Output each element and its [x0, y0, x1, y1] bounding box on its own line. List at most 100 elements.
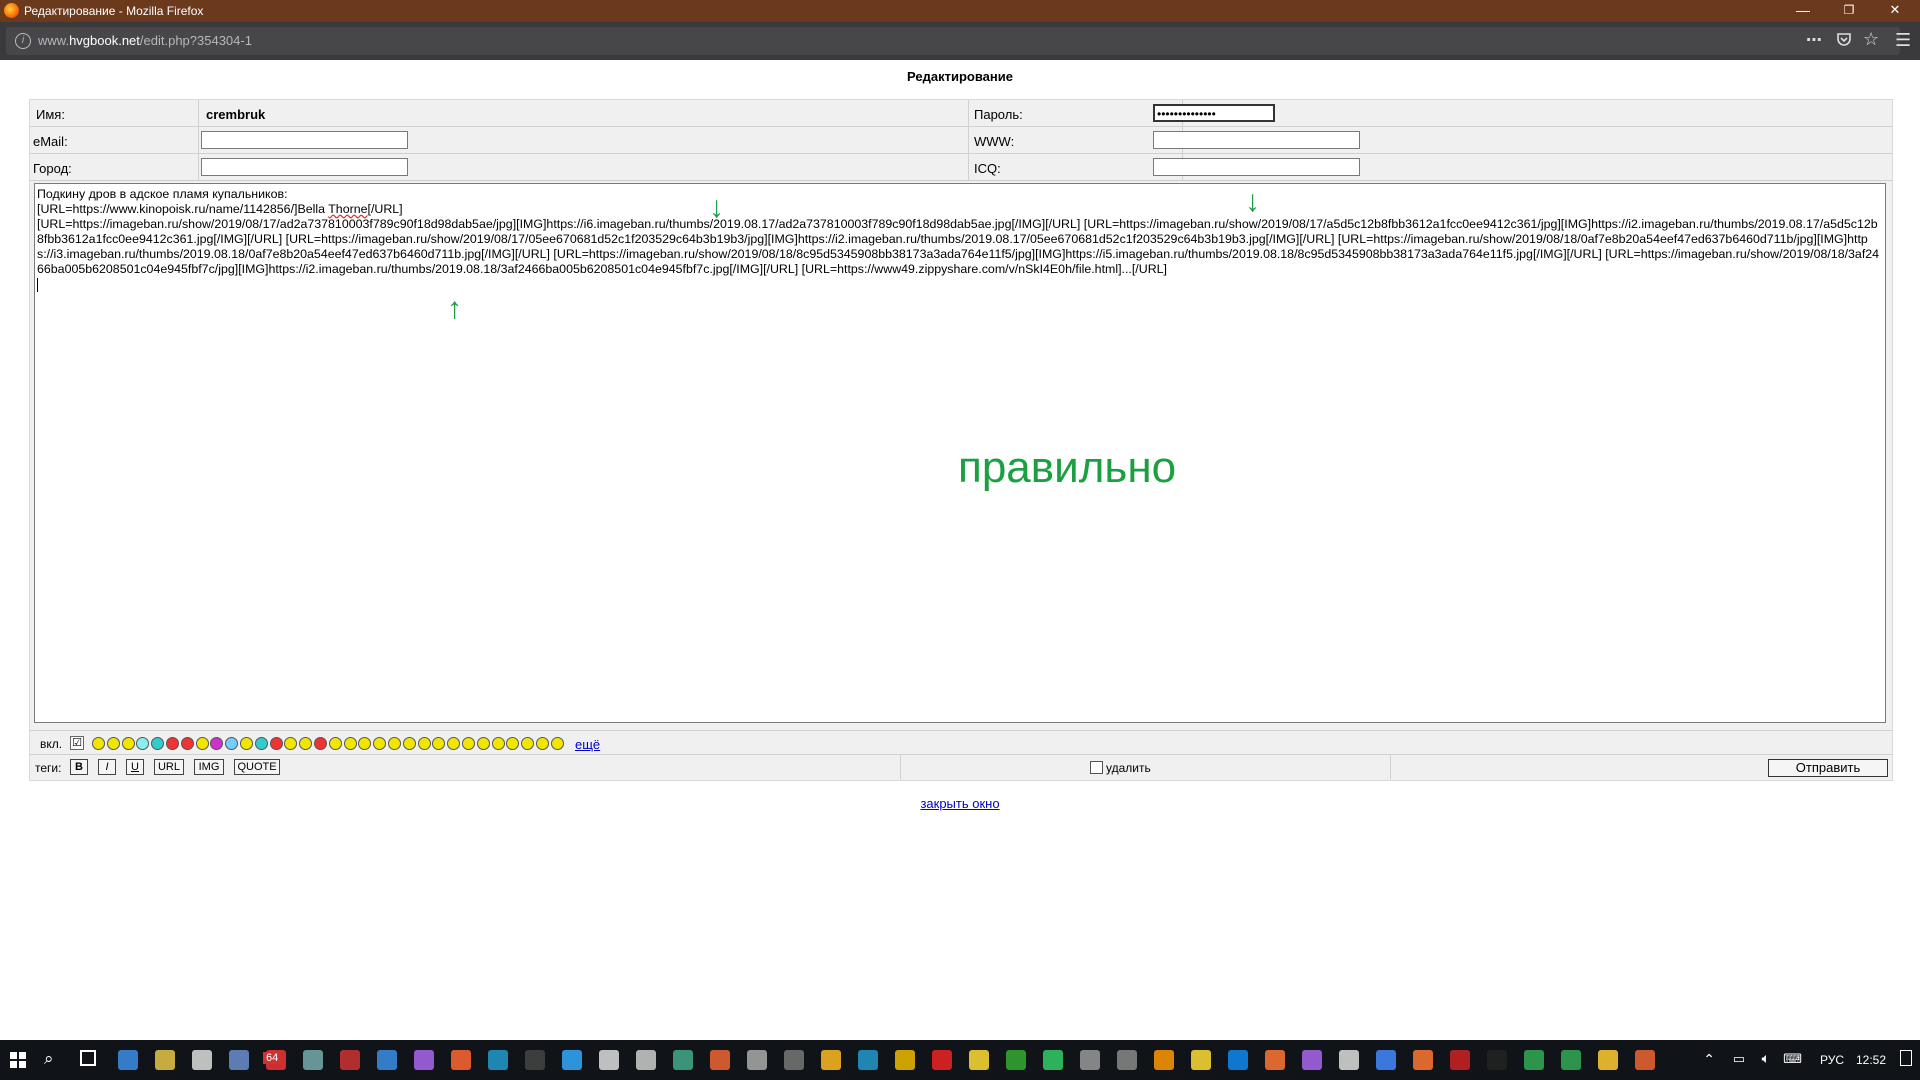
taskbar-app-icon[interactable] — [969, 1050, 989, 1070]
taskbar-app-icon[interactable] — [377, 1050, 397, 1070]
smiley-icon[interactable] — [432, 737, 446, 750]
smiley-icon[interactable] — [121, 737, 135, 750]
restore-button[interactable]: ❐ — [1826, 0, 1872, 22]
taskbar-app-icon[interactable] — [562, 1050, 582, 1070]
taskbar-app-icon[interactable] — [1080, 1050, 1100, 1070]
clock[interactable]: 12:52 — [1856, 1053, 1886, 1067]
smiley-icon[interactable] — [328, 737, 342, 750]
keyboard-icon[interactable]: ⌨ — [1783, 1051, 1802, 1067]
taskbar-app-icon[interactable] — [1413, 1050, 1433, 1070]
taskbar-app-icon[interactable] — [414, 1050, 434, 1070]
taskbar-app-icon[interactable] — [1450, 1050, 1470, 1070]
taskbar-app-icon[interactable] — [599, 1050, 619, 1070]
menu-icon[interactable]: ☰ — [1895, 30, 1911, 51]
taskbar-app-icon[interactable] — [118, 1050, 138, 1070]
smiley-icon[interactable] — [343, 737, 357, 750]
smiley-icon[interactable] — [299, 737, 313, 750]
taskbar-app-icon[interactable] — [488, 1050, 508, 1070]
smiley-icon[interactable] — [284, 737, 298, 750]
language-indicator[interactable]: РУС — [1820, 1053, 1844, 1067]
smiley-icon[interactable] — [269, 737, 283, 750]
taskbar-app-icon[interactable] — [1598, 1050, 1618, 1070]
smiley-icon[interactable] — [388, 737, 401, 750]
smiley-icon[interactable] — [462, 737, 475, 750]
taskbar-app-icon[interactable] — [784, 1050, 804, 1070]
windows-start-icon[interactable] — [10, 1052, 26, 1068]
taskbar-app-icon[interactable] — [1228, 1050, 1248, 1070]
minimize-button[interactable]: — — [1780, 0, 1826, 22]
smiley-icon[interactable] — [166, 737, 179, 750]
smiley-icon[interactable] — [225, 737, 239, 750]
smiley-icon[interactable] — [92, 737, 105, 750]
smiley-icon[interactable] — [151, 737, 165, 750]
email-field[interactable] — [201, 131, 408, 149]
quote-tag-button[interactable]: QUOTE — [234, 759, 280, 775]
taskbar-app-icon[interactable] — [673, 1050, 693, 1070]
address-bar[interactable]: i www.hvgbook.net/edit.php?354304-1 ⋯ ☆ — [6, 27, 1900, 55]
smiley-icon[interactable] — [447, 737, 461, 750]
more-smilies-link[interactable]: ещё — [575, 737, 600, 752]
page-actions-icon[interactable]: ⋯ — [1806, 30, 1822, 50]
taskbar-app-icon[interactable] — [1339, 1050, 1359, 1070]
delete-option[interactable]: удалить — [1090, 761, 1151, 775]
smiley-icon[interactable] — [195, 737, 209, 750]
taskbar-app-icon[interactable] — [1154, 1050, 1174, 1070]
task-view-icon[interactable] — [80, 1050, 96, 1066]
taskbar-app-icon[interactable] — [710, 1050, 730, 1070]
smiley-icon[interactable] — [136, 737, 150, 750]
smiley-icon[interactable] — [417, 737, 431, 750]
underline-tag-button[interactable]: U — [126, 759, 144, 775]
smiley-icon[interactable] — [550, 737, 564, 750]
password-field[interactable]: •••••••••••••• — [1153, 104, 1275, 122]
taskbar-app-icon[interactable] — [932, 1050, 952, 1070]
bookmark-star-icon[interactable]: ☆ — [1863, 29, 1879, 50]
smiley-icon[interactable] — [506, 737, 520, 750]
smiley-icon[interactable] — [476, 737, 490, 750]
close-window-link[interactable]: закрыть окно — [0, 796, 1920, 811]
taskbar-app-icon[interactable] — [1043, 1050, 1063, 1070]
taskbar-app-icon[interactable] — [192, 1050, 212, 1070]
delete-checkbox[interactable] — [1090, 761, 1103, 774]
pocket-icon[interactable] — [1836, 31, 1852, 52]
img-tag-button[interactable]: IMG — [194, 759, 224, 775]
taskbar-app-icon[interactable] — [155, 1050, 175, 1070]
taskbar-app-icon[interactable] — [747, 1050, 767, 1070]
bold-tag-button[interactable]: B — [70, 759, 88, 775]
close-button[interactable]: ✕ — [1872, 0, 1918, 22]
taskbar-app-icon[interactable] — [1265, 1050, 1285, 1070]
taskbar-app-icon[interactable] — [1635, 1050, 1655, 1070]
taskbar-app-icon[interactable] — [525, 1050, 545, 1070]
info-icon[interactable]: i — [15, 33, 31, 49]
smiley-icon[interactable] — [314, 737, 327, 750]
taskbar-app-icon[interactable] — [1006, 1050, 1026, 1070]
taskbar-app-icon[interactable] — [451, 1050, 471, 1070]
network-icon[interactable]: ▭ — [1733, 1051, 1745, 1067]
taskbar-app-icon[interactable] — [1376, 1050, 1396, 1070]
taskbar-app-icon[interactable] — [1487, 1050, 1507, 1070]
taskbar-app-icon[interactable] — [229, 1050, 249, 1070]
smiley-icon[interactable] — [180, 737, 194, 750]
smiley-icon[interactable] — [402, 737, 416, 750]
taskbar-app-icon[interactable] — [340, 1050, 360, 1070]
taskbar-app-icon[interactable] — [1117, 1050, 1137, 1070]
smilies-enabled-checkbox[interactable]: ☑ — [70, 736, 84, 750]
www-field[interactable] — [1153, 131, 1360, 149]
taskbar-app-icon[interactable] — [1561, 1050, 1581, 1070]
smiley-icon[interactable] — [106, 737, 120, 750]
url-tag-button[interactable]: URL — [154, 759, 184, 775]
taskbar-app-icon[interactable] — [895, 1050, 915, 1070]
smiley-icon[interactable] — [240, 737, 253, 750]
taskbar-app-icon[interactable] — [1191, 1050, 1211, 1070]
city-field[interactable] — [201, 158, 408, 176]
smiley-icon[interactable] — [491, 737, 505, 750]
taskbar-app-icon[interactable] — [821, 1050, 841, 1070]
taskbar-app-icon[interactable] — [858, 1050, 878, 1070]
smiley-icon[interactable] — [210, 737, 224, 750]
smiley-icon[interactable] — [536, 737, 549, 750]
taskbar-app-icon[interactable] — [636, 1050, 656, 1070]
volume-icon[interactable]: 🔈︎ — [1762, 1050, 1770, 1067]
icq-field[interactable] — [1153, 158, 1360, 176]
taskbar-app-icon[interactable] — [303, 1050, 323, 1070]
tray-expand-icon[interactable]: ⌃ — [1703, 1051, 1715, 1068]
taskbar-app-icon[interactable] — [1302, 1050, 1322, 1070]
